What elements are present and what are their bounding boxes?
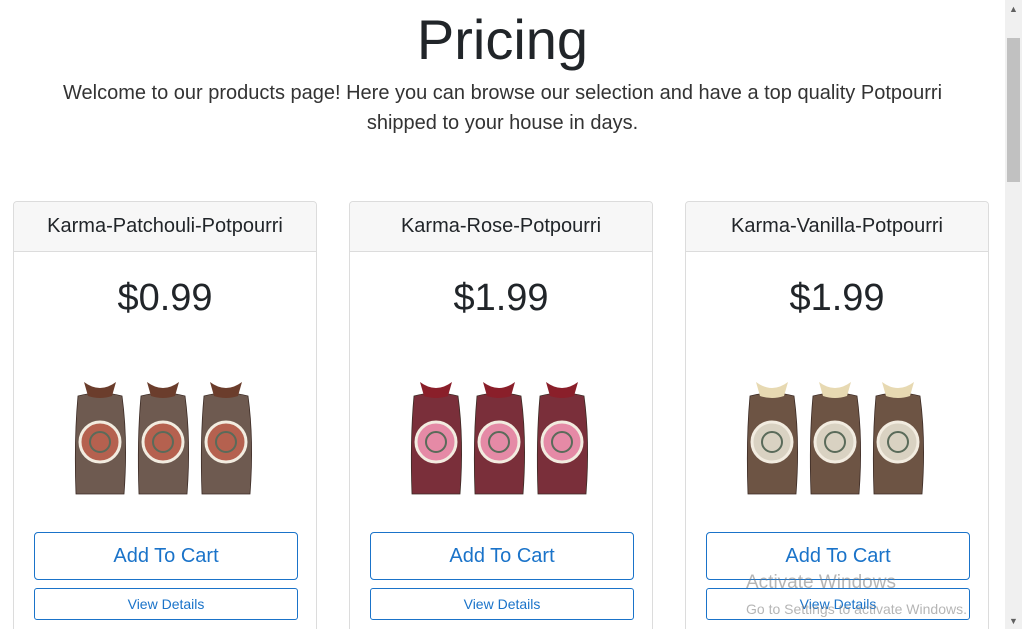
potpourri-bag bbox=[872, 382, 924, 495]
potpourri-bag bbox=[746, 382, 798, 495]
product-image bbox=[406, 370, 596, 507]
product-image bbox=[70, 370, 260, 507]
potpourri-bag bbox=[410, 382, 462, 495]
view-details-button[interactable]: View Details bbox=[34, 588, 298, 620]
patchouli-potpourri-bags bbox=[74, 382, 252, 495]
view-details-button[interactable]: View Details bbox=[706, 588, 970, 620]
product-card-patchouli: Karma-Patchouli-Potpourri $0.99 Add To C… bbox=[13, 201, 317, 629]
potpourri-bag bbox=[137, 382, 189, 495]
vanilla-potpourri-bags bbox=[746, 382, 924, 495]
product-price: $1.99 bbox=[789, 277, 885, 319]
vertical-scrollbar[interactable]: ▲ ▼ bbox=[1005, 0, 1022, 629]
pricing-page: Pricing Welcome to our products page! He… bbox=[0, 0, 1005, 629]
product-name: Karma-Rose-Potpourri bbox=[350, 202, 652, 252]
potpourri-bag bbox=[200, 382, 252, 495]
potpourri-bag bbox=[809, 382, 861, 495]
product-card-vanilla: Karma-Vanilla-Potpourri $1.99 Add To Car… bbox=[685, 201, 989, 629]
product-image bbox=[742, 370, 932, 507]
add-to-cart-button[interactable]: Add To Cart bbox=[370, 532, 634, 580]
product-price: $1.99 bbox=[453, 277, 549, 319]
product-name: Karma-Vanilla-Potpourri bbox=[686, 202, 988, 252]
scroll-down-arrow-icon[interactable]: ▼ bbox=[1005, 612, 1022, 629]
product-price: $0.99 bbox=[117, 277, 213, 319]
scroll-up-arrow-icon[interactable]: ▲ bbox=[1005, 0, 1022, 17]
page-lead-text: Welcome to our products page! Here you c… bbox=[62, 82, 943, 134]
potpourri-bag bbox=[74, 382, 126, 495]
add-to-cart-button[interactable]: Add To Cart bbox=[34, 532, 298, 580]
product-card-rose: Karma-Rose-Potpourri $1.99 Add To Cart V… bbox=[349, 201, 653, 629]
potpourri-bag bbox=[536, 382, 588, 495]
add-to-cart-button[interactable]: Add To Cart bbox=[706, 532, 970, 580]
potpourri-bag bbox=[473, 382, 525, 495]
scroll-thumb[interactable] bbox=[1007, 38, 1020, 182]
view-details-button[interactable]: View Details bbox=[370, 588, 634, 620]
page-title: Pricing bbox=[416, 8, 589, 71]
product-name: Karma-Patchouli-Potpourri bbox=[14, 202, 316, 252]
rose-potpourri-bags bbox=[410, 382, 588, 495]
